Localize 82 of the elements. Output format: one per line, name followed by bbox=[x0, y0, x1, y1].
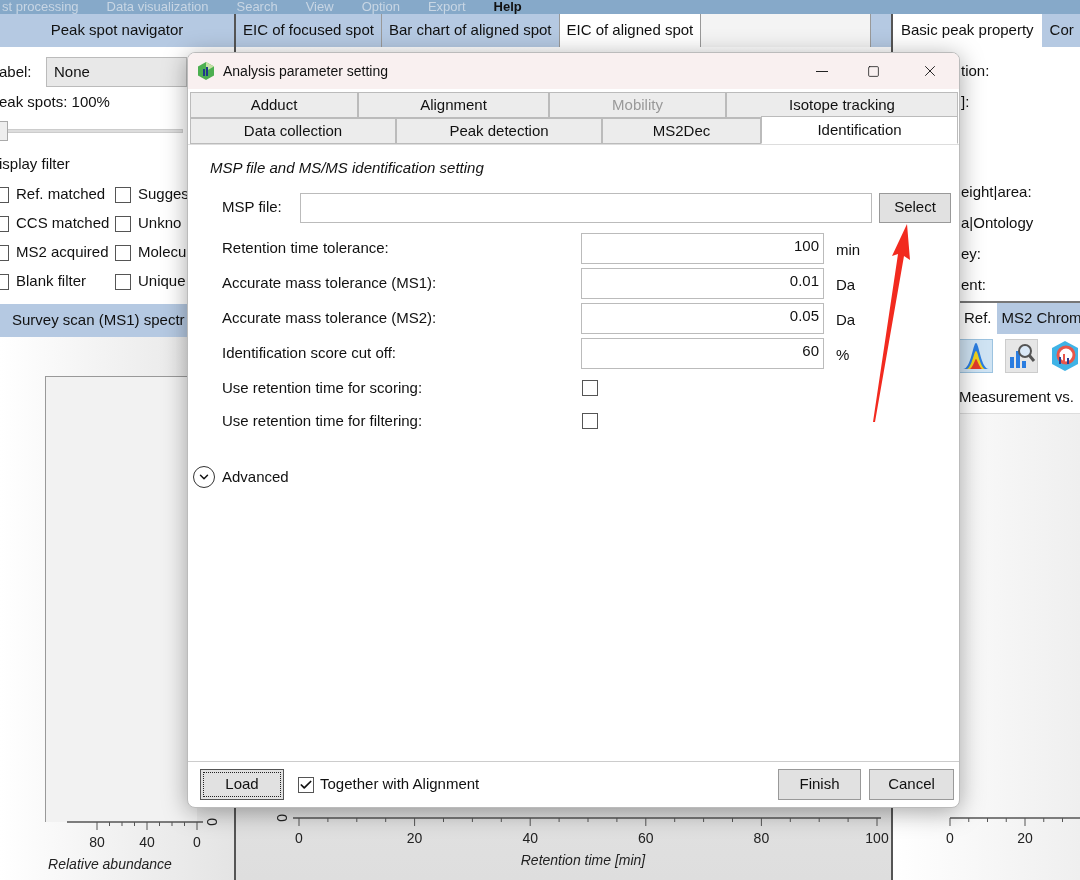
property-label: a|Ontology bbox=[961, 213, 1035, 233]
section-title: isplay filter bbox=[0, 153, 71, 174]
input-field[interactable]: 0.01 bbox=[581, 267, 824, 299]
unit-label: % bbox=[836, 344, 851, 365]
advanced-label: Advanced bbox=[222, 466, 289, 487]
slider-thumb[interactable] bbox=[0, 120, 8, 141]
tab[interactable]: Identification bbox=[761, 116, 958, 144]
chart-search-icon[interactable] bbox=[1004, 339, 1038, 373]
property-label: eight|area: bbox=[961, 182, 1033, 202]
select-button[interactable]: Select bbox=[879, 192, 951, 223]
property-label: ent: bbox=[961, 275, 988, 295]
window-title: Analysis parameter setting bbox=[223, 61, 388, 81]
tab[interactable]: Isotope tracking bbox=[726, 92, 958, 118]
checkbox[interactable] bbox=[582, 412, 598, 429]
tab[interactable]: MS2Dec bbox=[602, 118, 761, 144]
panel-tab[interactable]: Peak spot navigator bbox=[0, 14, 234, 47]
checkbox[interactable] bbox=[298, 776, 314, 793]
checkbox[interactable] bbox=[115, 186, 131, 203]
menu-item[interactable]: Help bbox=[493, 0, 522, 14]
checkbox[interactable] bbox=[582, 379, 598, 396]
unit-label: Da bbox=[836, 274, 857, 295]
field-label: Accurate mass tolerance (MS1): bbox=[222, 272, 438, 293]
checkbox[interactable] bbox=[115, 215, 131, 232]
input-field[interactable]: 60 bbox=[581, 337, 824, 369]
tick-label: 40 bbox=[139, 834, 155, 850]
tick-label: 0 bbox=[295, 830, 303, 846]
tab[interactable]: Adduct bbox=[190, 92, 358, 118]
checkbox[interactable] bbox=[115, 244, 131, 261]
property-label: ]: bbox=[961, 92, 971, 112]
minimize-icon bbox=[816, 70, 828, 72]
checkbox[interactable] bbox=[115, 273, 131, 290]
tick-label: 20 bbox=[1017, 830, 1033, 846]
tick-label: 0 bbox=[204, 818, 220, 826]
field-label: Use retention time for scoring: bbox=[222, 377, 424, 398]
input-field[interactable]: 100 bbox=[581, 232, 824, 264]
tick-label: 0 bbox=[274, 814, 290, 822]
filter-label: Ref. matched bbox=[16, 184, 106, 205]
unit-label: Da bbox=[836, 309, 857, 330]
property-label: ey: bbox=[961, 244, 982, 264]
finish-button[interactable]: Finish bbox=[778, 769, 861, 800]
filter-label: Blank filter bbox=[16, 271, 87, 292]
field-label: Identification score cut off: bbox=[222, 342, 397, 363]
filter-label: MS2 acquired bbox=[16, 242, 109, 263]
field-label: abel: bbox=[0, 61, 33, 82]
checkbox-label: Together with Alignment bbox=[320, 774, 480, 795]
section-heading: MSP file and MS/MS identification setting bbox=[210, 158, 485, 178]
load-button[interactable]: Load bbox=[200, 769, 284, 800]
input-field[interactable] bbox=[300, 192, 872, 223]
filter-label: CCS matched bbox=[16, 213, 110, 234]
tick-label: 80 bbox=[753, 830, 770, 846]
field-label: MSP file: bbox=[222, 197, 283, 218]
tick-label: 60 bbox=[638, 830, 654, 846]
slider-label: eak spots: 100% bbox=[0, 92, 111, 112]
field-label: Use retention time for filtering: bbox=[222, 410, 424, 431]
tick-label: 20 bbox=[406, 830, 423, 846]
axis-label: Relative abundance bbox=[48, 856, 172, 872]
app-logo-icon bbox=[196, 61, 216, 81]
field-label: Retention time tolerance: bbox=[222, 237, 390, 258]
peak-icon[interactable] bbox=[959, 339, 993, 373]
tab[interactable]: Basic peak property bbox=[893, 14, 1042, 47]
filter-label: Molecu bbox=[138, 242, 187, 263]
tab[interactable]: EIC of aligned spot bbox=[559, 14, 702, 47]
tab[interactable]: Peak detection bbox=[396, 118, 602, 144]
axis-label: Retention time [min] bbox=[520, 852, 646, 868]
cancel-button[interactable]: Cancel bbox=[869, 769, 954, 800]
filter-label: Unique bbox=[138, 271, 186, 292]
tab[interactable]: Ref. bbox=[959, 303, 997, 334]
tab[interactable]: Data collection bbox=[190, 118, 396, 144]
label-dropdown[interactable]: None bbox=[46, 57, 187, 87]
plot-title: Measurement vs. bbox=[958, 387, 1076, 407]
unit-label: min bbox=[836, 239, 862, 260]
tick-label: 40 bbox=[522, 830, 538, 846]
input-field[interactable]: 0.05 bbox=[581, 302, 824, 334]
tick-label: 0 bbox=[193, 834, 201, 850]
maximize-icon bbox=[866, 64, 880, 78]
hexagon-chart-icon[interactable] bbox=[1050, 339, 1080, 373]
filter-label: Unkno bbox=[138, 213, 182, 234]
tab[interactable]: Alignment bbox=[358, 92, 549, 118]
property-label: tion: bbox=[961, 61, 991, 81]
tick-label: 100 bbox=[865, 830, 889, 846]
tick-label: 80 bbox=[89, 834, 105, 850]
tick-label: 0 bbox=[946, 830, 954, 846]
